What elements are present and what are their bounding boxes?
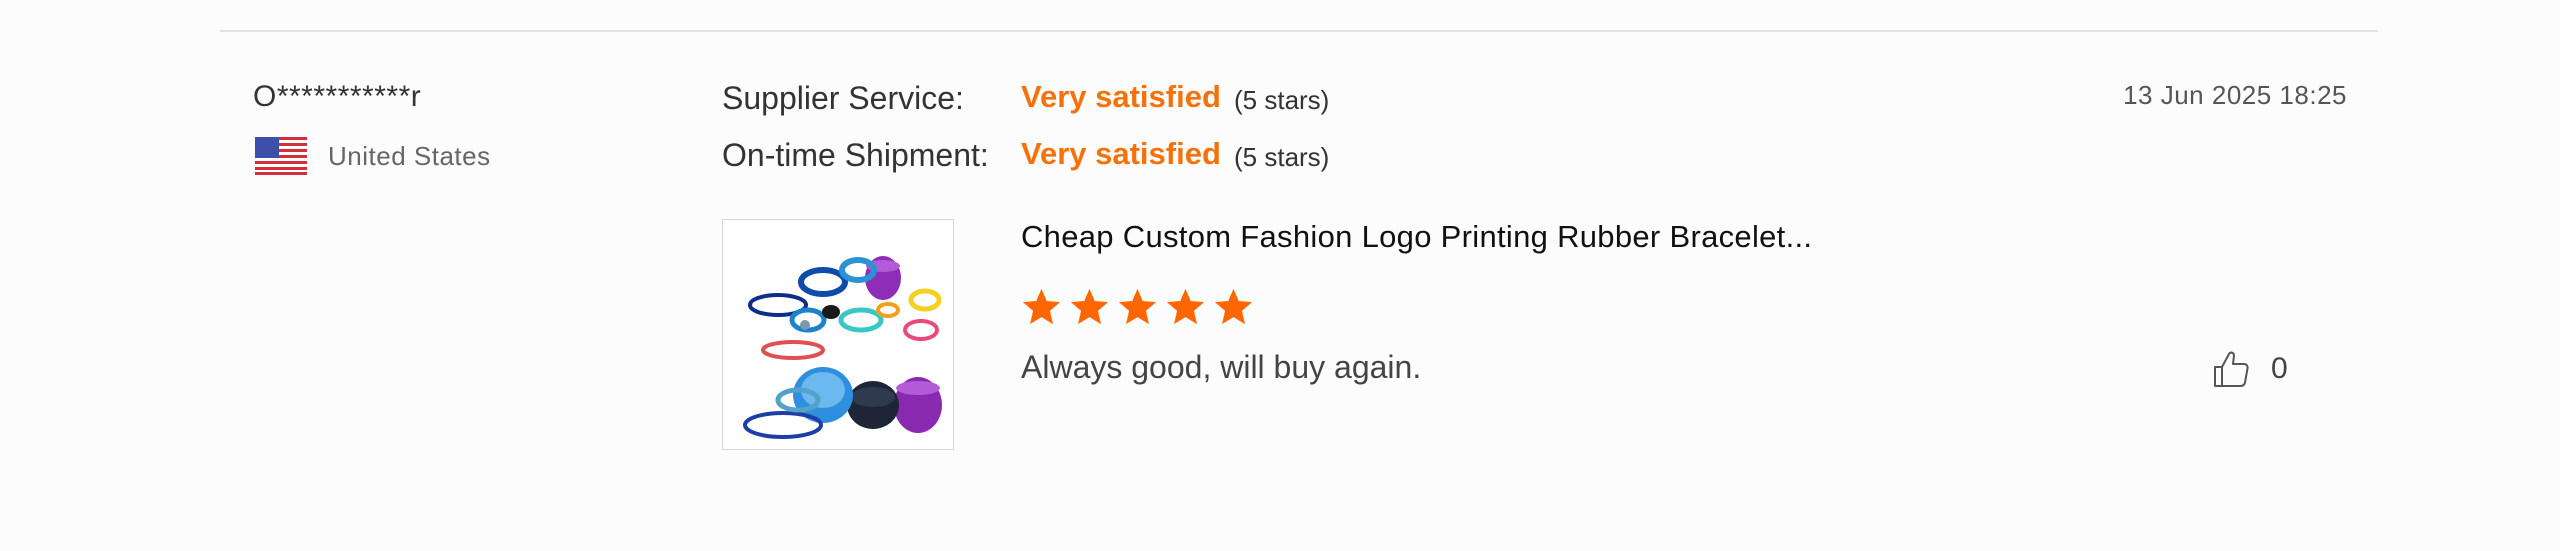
product-rating-stars	[1020, 285, 1260, 329]
rating-label-supplier-service: Supplier Service:	[722, 80, 964, 116]
reviewer-country: United States	[255, 136, 491, 176]
divider	[220, 30, 2378, 32]
rating-label-ontime-shipment: On-time Shipment:	[722, 137, 989, 173]
rating-value-ontime-shipment: Very satisfied	[1021, 136, 1221, 171]
like-count: 0	[2271, 352, 2288, 385]
star-icon	[1214, 288, 1253, 324]
like-button[interactable]: 0	[2211, 346, 2288, 392]
product-title-link[interactable]: Cheap Custom Fashion Logo Printing Rubbe…	[1021, 219, 1812, 255]
star-icon	[1118, 288, 1157, 324]
review-card: O***********r United States Supplier Ser…	[0, 0, 2560, 551]
review-text: Always good, will buy again.	[1021, 349, 1422, 385]
star-icon	[1022, 288, 1061, 324]
product-thumbnail[interactable]	[722, 219, 954, 450]
reviewer-name: O***********r	[253, 80, 422, 113]
product-image	[723, 220, 953, 449]
review-date: 13 Jun 2025 18:25	[2123, 80, 2347, 110]
star-icon	[1166, 288, 1205, 324]
rating-stars-ontime-shipment: (5 stars)	[1234, 142, 1330, 172]
rating-stars-supplier-service: (5 stars)	[1234, 85, 1330, 115]
rating-value-supplier-service: Very satisfied	[1021, 79, 1221, 114]
us-flag-icon	[255, 137, 307, 175]
country-name: United States	[328, 140, 491, 171]
star-icon	[1070, 288, 1109, 324]
thumbs-up-icon	[2214, 351, 2249, 387]
